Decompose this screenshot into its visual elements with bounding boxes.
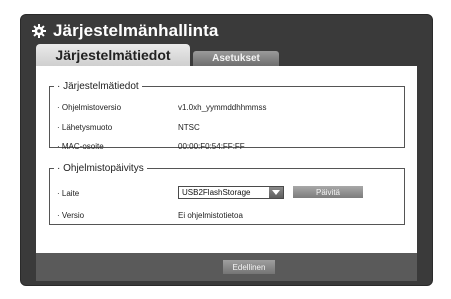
window-title-bar: Järjestelmänhallinta [31, 21, 218, 41]
info-row-label: · MAC-osoite [57, 142, 104, 151]
system-management-window: Järjestelmänhallinta Järjestelmätiedot A… [20, 14, 433, 286]
tab-bar: Järjestelmätiedot Asetukset [36, 44, 279, 66]
info-row-label: · Ohjelmistoversio [57, 103, 122, 112]
device-label: · Laite [57, 189, 80, 198]
software-update-group: · Ohjelmistopäivitys · Laite USB2FlashSt… [49, 163, 405, 225]
update-button[interactable]: Päivitä [293, 186, 363, 198]
info-row-value: NTSC [178, 123, 200, 132]
tab-settings[interactable]: Asetukset [193, 51, 279, 66]
version-value: Ei ohjelmistotietoa [178, 211, 243, 220]
content-panel: · Järjestelmätiedot · Ohjelmistoversio v… [36, 66, 417, 253]
gear-icon [31, 23, 47, 39]
info-row-label: · Lähetysmuoto [57, 123, 113, 132]
info-row-value: v1.0xh_yymmddhhmmss [178, 103, 267, 112]
info-row-value: 00:00:F0:54:FF:FF [178, 142, 245, 151]
version-label: · Versio [57, 211, 85, 220]
chevron-down-icon[interactable] [269, 187, 283, 198]
window-title: Järjestelmänhallinta [53, 21, 219, 40]
system-info-group: · Järjestelmätiedot · Ohjelmistoversio v… [49, 81, 405, 151]
back-button[interactable]: Edellinen [223, 260, 275, 274]
system-info-legend: · Järjestelmätiedot [57, 81, 139, 92]
software-update-legend: · Ohjelmistopäivitys [57, 163, 144, 174]
device-select[interactable]: USB2FlashStorage [178, 186, 284, 199]
tab-system-info[interactable]: Järjestelmätiedot [36, 44, 190, 66]
device-select-value: USB2FlashStorage [182, 188, 251, 197]
footer-bar: Edellinen [36, 253, 417, 281]
